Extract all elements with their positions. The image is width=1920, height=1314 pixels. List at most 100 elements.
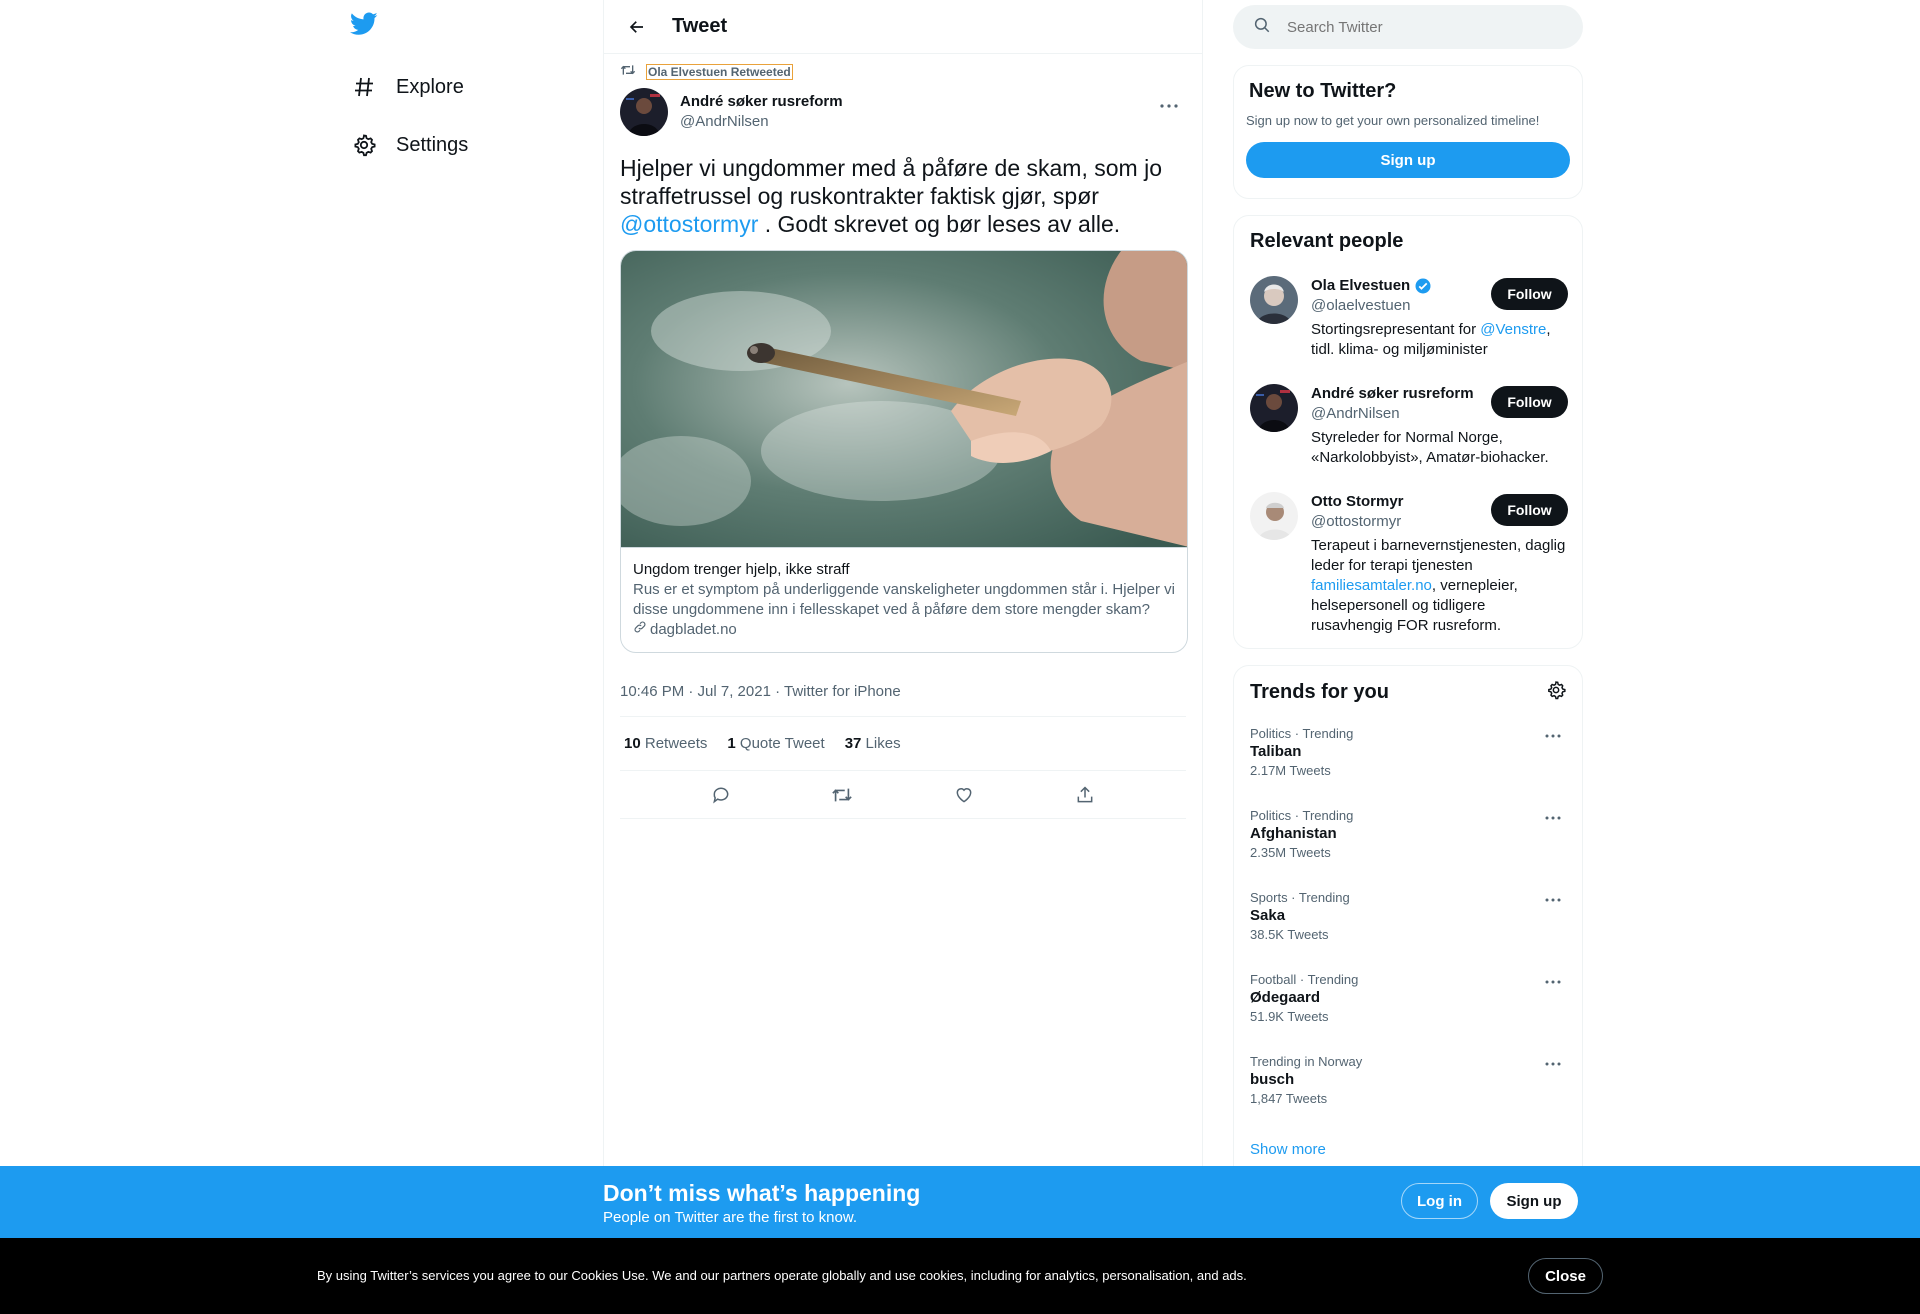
trend-name: Ødegaard	[1250, 989, 1321, 1006]
banner-title: Don’t miss what’s happening	[603, 1180, 921, 1206]
person-bio: Styreleder for Normal Norge, «Narkolobby…	[1311, 429, 1549, 466]
trend-count: 38.5K Tweets	[1250, 927, 1329, 942]
share-icon[interactable]	[1068, 778, 1102, 812]
more-options-icon[interactable]	[1152, 94, 1186, 118]
twitter-bird-icon[interactable]	[349, 12, 380, 42]
trend-count: 2.35M Tweets	[1250, 845, 1331, 860]
trend-item[interactable]: Sports · Trending Saka 38.5K Tweets	[1250, 890, 1568, 944]
likes-label: Likes	[865, 735, 901, 752]
relevant-people-title: Relevant people	[1250, 230, 1404, 252]
cookie-banner: By using Twitter’s services you agree to…	[0, 1238, 1920, 1314]
more-options-icon[interactable]	[1538, 726, 1568, 746]
person-name: André søker rusreform	[1311, 385, 1474, 402]
login-button[interactable]: Log in	[1401, 1183, 1478, 1219]
retweets-stat[interactable]: 10 Retweets	[624, 735, 707, 752]
card-title: Ungdom trenger hjelp, ikke straff	[633, 561, 850, 578]
trend-name: Saka	[1250, 907, 1286, 924]
main-column: Tweet Ola Elvestuen Retweeted André søke…	[603, 0, 1203, 1314]
signup-button[interactable]: Sign up	[1490, 1183, 1578, 1219]
verified-badge-icon	[1414, 277, 1432, 295]
relevant-people-box: Relevant people Ola Elvestuen @olaelvest…	[1233, 215, 1583, 649]
retweets-count: 10	[624, 735, 641, 752]
tweet-meta[interactable]: 10:46 PM · Jul 7, 2021 · Twitter for iPh…	[620, 667, 1186, 717]
person-bio: Terapeut i barnevernstjenesten, daglig l…	[1311, 536, 1568, 636]
mention-link[interactable]: @ottostormyr	[620, 211, 758, 237]
nav-settings-label: Settings	[396, 133, 469, 156]
sidebar-signup-button[interactable]: Sign up	[1246, 142, 1570, 178]
new-to-twitter-title: New to Twitter?	[1249, 80, 1397, 102]
quotes-stat[interactable]: 1 Quote Tweet	[727, 735, 824, 752]
tweet-actions	[620, 771, 1186, 819]
trend-name: busch	[1250, 1071, 1295, 1088]
trends-box: Trends for you Politics · Trending Talib…	[1233, 665, 1583, 1185]
banner-subtitle: People on Twitter are the first to know.	[603, 1209, 858, 1226]
trend-category: Politics · Trending	[1250, 726, 1354, 741]
cookie-text: By using Twitter’s services you agree to…	[317, 1268, 1247, 1283]
likes-stat[interactable]: 37 Likes	[845, 735, 901, 752]
page-title: Tweet	[672, 15, 728, 37]
author-name[interactable]: André søker rusreform	[680, 92, 843, 112]
link-card[interactable]: Ungdom trenger hjelp, ikke straff Rus er…	[620, 250, 1188, 653]
like-icon[interactable]	[947, 778, 981, 812]
hashtag-icon	[350, 73, 378, 101]
close-button[interactable]: Close	[1528, 1258, 1603, 1294]
tweet-text-part1: Hjelper vi ungdommer med å påføre de ska…	[620, 155, 1162, 209]
more-options-icon[interactable]	[1538, 808, 1568, 828]
avatar[interactable]	[1250, 384, 1298, 432]
bio-url-link[interactable]: familiesamtaler.no	[1311, 577, 1432, 594]
person-bio: Stortingsrepresentant for @Venstre, tidl…	[1311, 320, 1568, 360]
card-description: Rus er et symptom på underliggende vansk…	[633, 581, 1175, 618]
person-bio-text: Stortingsrepresentant for	[1311, 321, 1481, 338]
new-to-twitter-subtitle: Sign up now to get your own personalized…	[1246, 113, 1540, 128]
tweet-author: André søker rusreform @AndrNilsen	[620, 88, 1186, 136]
more-options-icon[interactable]	[1538, 1054, 1568, 1074]
likes-count: 37	[844, 735, 862, 752]
tweet-header: Tweet	[604, 0, 1202, 54]
nav-explore[interactable]: Explore	[350, 65, 464, 109]
show-more-link[interactable]: Show more	[1250, 1141, 1326, 1158]
avatar[interactable]	[1250, 492, 1298, 540]
reply-icon[interactable]	[704, 778, 738, 812]
more-options-icon[interactable]	[1538, 890, 1568, 910]
trend-name: Taliban	[1250, 743, 1302, 760]
person-name: Otto Stormyr	[1311, 493, 1404, 510]
nav-settings[interactable]: Settings	[350, 123, 468, 167]
tweet-text: Hjelper vi ungdommer med å påføre de ska…	[620, 154, 1186, 238]
retweeted-by-link[interactable]: Ola Elvestuen Retweeted	[646, 64, 793, 80]
trend-count: 1,847 Tweets	[1250, 1091, 1328, 1106]
bio-mention-link[interactable]: @Venstre	[1480, 321, 1546, 338]
quotes-label: Quote Tweet	[739, 735, 825, 752]
retweet-action-icon[interactable]	[825, 778, 859, 812]
trend-category: Trending in Norway	[1250, 1054, 1363, 1069]
trend-category: Sports · Trending	[1250, 890, 1350, 905]
follow-button[interactable]: Follow	[1491, 386, 1568, 418]
trends-title: Trends for you	[1250, 681, 1389, 703]
search-input[interactable]	[1287, 18, 1547, 36]
trend-item[interactable]: Trending in Norway busch 1,847 Tweets	[1250, 1054, 1568, 1108]
card-image	[621, 251, 1187, 547]
arrow-left-icon[interactable]	[620, 10, 654, 44]
follow-button[interactable]: Follow	[1491, 278, 1568, 310]
retweets-label: Retweets	[644, 735, 708, 752]
trend-item[interactable]: Politics · Trending Afghanistan 2.35M Tw…	[1250, 808, 1568, 862]
retweet-context: Ola Elvestuen Retweeted	[620, 64, 1186, 80]
avatar[interactable]	[1250, 276, 1298, 324]
trend-category: Football · Trending	[1250, 972, 1359, 987]
avatar[interactable]	[620, 88, 668, 136]
trend-count: 2.17M Tweets	[1250, 763, 1331, 778]
nav-explore-label: Explore	[396, 75, 464, 98]
gear-icon[interactable]	[1546, 680, 1566, 705]
card-domain: dagbladet.no	[633, 620, 1175, 640]
search-box[interactable]	[1233, 5, 1583, 49]
search-icon	[1253, 16, 1271, 39]
trend-category: Politics · Trending	[1250, 808, 1354, 823]
person-bio-text: Terapeut i barnevernstjenesten, daglig l…	[1311, 537, 1566, 574]
follow-button[interactable]: Follow	[1491, 494, 1568, 526]
tweet-text-part2: . Godt skrevet og bør leses av alle.	[758, 211, 1121, 237]
author-handle[interactable]: @AndrNilsen	[680, 112, 843, 132]
card-domain-text: dagbladet.no	[650, 621, 737, 638]
more-options-icon[interactable]	[1538, 972, 1568, 992]
gear-icon	[350, 131, 378, 159]
trend-item[interactable]: Football · Trending Ødegaard 51.9K Tweet…	[1250, 972, 1568, 1026]
trend-item[interactable]: Politics · Trending Taliban 2.17M Tweets	[1250, 726, 1568, 780]
